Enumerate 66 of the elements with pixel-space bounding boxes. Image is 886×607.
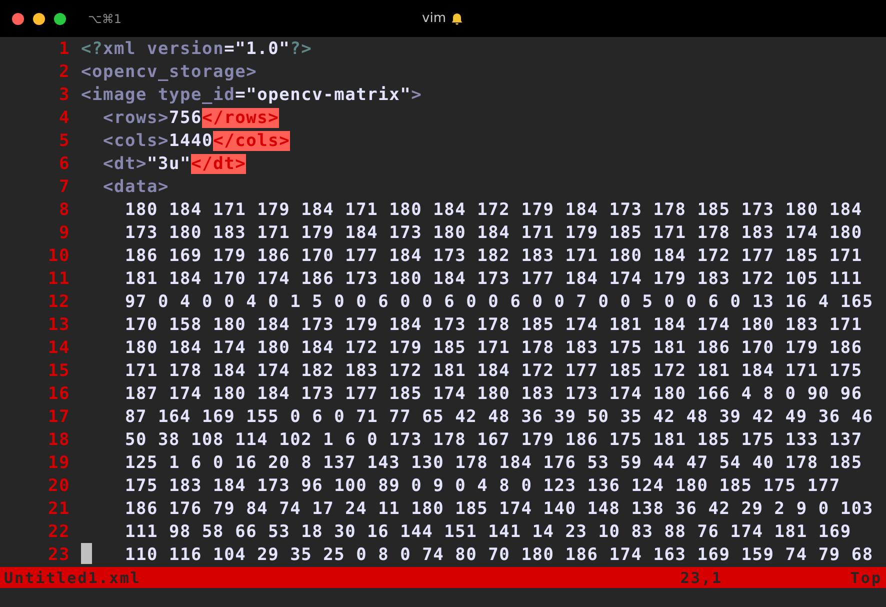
line-number: 14 <box>46 338 70 358</box>
xml-tag: <opencv_storage> <box>81 62 258 82</box>
bell-icon <box>450 12 464 26</box>
code-text: 170 158 180 184 173 179 184 173 178 185 174 181 184 174 180 183 171 <box>124 314 862 334</box>
code-text: 186 176 79 84 74 17 24 11 180 185 174 140 148 138 36 42 29 2 9 0 103 <box>124 498 874 518</box>
line-number: 9 <box>58 222 70 242</box>
window-title: vim <box>422 11 446 26</box>
code-text: ="opencv-matrix" <box>235 84 412 104</box>
code-text: 1440 <box>169 130 214 150</box>
line-number: 13 <box>46 314 70 334</box>
line-number: 20 <box>46 476 70 496</box>
line-number: 16 <box>46 384 70 404</box>
line-number: 23 <box>46 544 70 564</box>
code-text: 171 178 184 174 182 183 172 181 184 172 177 185 172 181 184 171 175 <box>124 360 862 380</box>
maximize-button[interactable] <box>54 12 66 24</box>
cursor-position: 23,1 <box>680 568 724 586</box>
line-number: 4 <box>58 108 70 128</box>
xml-tag: </cols> <box>213 130 290 150</box>
code-text: 125 1 6 0 16 20 8 137 143 130 178 184 176 53 59 44 47 54 40 178 185 <box>124 452 862 472</box>
code-text: "3u" <box>147 154 192 174</box>
line-number: 3 <box>58 84 70 104</box>
xml-tag: ?> <box>290 38 312 58</box>
code-text: 175 183 184 173 96 100 89 0 9 0 4 8 0 123 136 124 180 185 175 177 <box>124 476 840 496</box>
line-number: 2 <box>58 62 70 82</box>
code-text: 186 169 179 186 170 177 184 173 182 183 171 180 184 172 177 185 171 <box>124 246 862 266</box>
line-number: 12 <box>46 292 70 312</box>
code-text: 181 184 170 174 186 173 180 184 173 177 184 174 179 183 172 105 111 <box>124 268 862 288</box>
xml-tag: <dt> <box>81 154 148 174</box>
xml-tag: <data> <box>81 176 170 196</box>
line-number: 21 <box>46 498 70 518</box>
line-number: 7 <box>58 176 70 196</box>
code-text: 173 180 183 171 179 184 173 180 184 171 179 185 171 178 183 174 180 <box>124 222 862 242</box>
line-number: 18 <box>46 430 70 450</box>
tab-shortcut: ⌥⌘1 <box>88 12 122 26</box>
line-number: 15 <box>46 360 70 380</box>
line-number: 11 <box>46 268 70 288</box>
xml-tag: </rows> <box>202 108 280 128</box>
minimize-button[interactable] <box>33 12 45 24</box>
scroll-position: Top <box>850 568 882 586</box>
xml-tag: <rows> <box>81 108 170 128</box>
code-text: 97 0 4 0 0 4 0 1 5 0 0 6 0 0 6 0 0 6 0 0 7 0 0 5 0 0 6 0 13 16 4 165 <box>124 292 874 312</box>
line-number: 8 <box>58 200 70 220</box>
xml-tag: </dt> <box>191 154 246 174</box>
line-number: 17 <box>46 406 70 426</box>
code-text: 187 174 180 184 173 177 185 174 180 183 173 174 180 166 4 8 0 90 96 <box>124 384 862 404</box>
line-number: 10 <box>46 246 70 266</box>
code-text: 180 184 174 180 184 172 179 185 171 178 183 175 181 186 170 179 186 <box>124 338 862 358</box>
line-number: 19 <box>46 452 70 472</box>
code-text: 50 38 108 114 102 1 6 0 173 178 167 179 186 175 181 185 175 133 137 <box>124 430 862 450</box>
code-text: 111 98 58 66 53 18 30 16 144 151 141 14 23 10 83 88 76 174 181 169 <box>124 522 852 542</box>
file-name: Untitled1.xml <box>4 568 142 586</box>
code-text: 180 184 171 179 184 171 180 184 172 179 184 173 178 185 173 180 184 <box>124 200 862 220</box>
xml-tag: xml version <box>103 38 224 58</box>
close-button[interactable] <box>12 12 24 24</box>
xml-tag: <cols> <box>81 130 170 150</box>
xml-tag: > <box>411 84 422 104</box>
line-number: 5 <box>58 130 70 150</box>
xml-tag: <? <box>81 38 104 58</box>
code-text: ="1.0" <box>224 38 290 58</box>
line-number: 22 <box>46 522 70 542</box>
code-text: 110 116 104 29 35 25 0 8 0 74 80 70 180 186 174 163 169 159 74 79 68 <box>124 544 874 564</box>
code-text: 87 164 169 155 0 6 0 71 77 65 42 48 36 39 50 35 42 48 39 42 49 36 46 <box>124 406 874 426</box>
line-number: 6 <box>58 154 70 174</box>
xml-tag: <image type_id <box>81 84 236 104</box>
code-text: 756 <box>169 108 202 128</box>
line-number: 1 <box>58 38 70 58</box>
